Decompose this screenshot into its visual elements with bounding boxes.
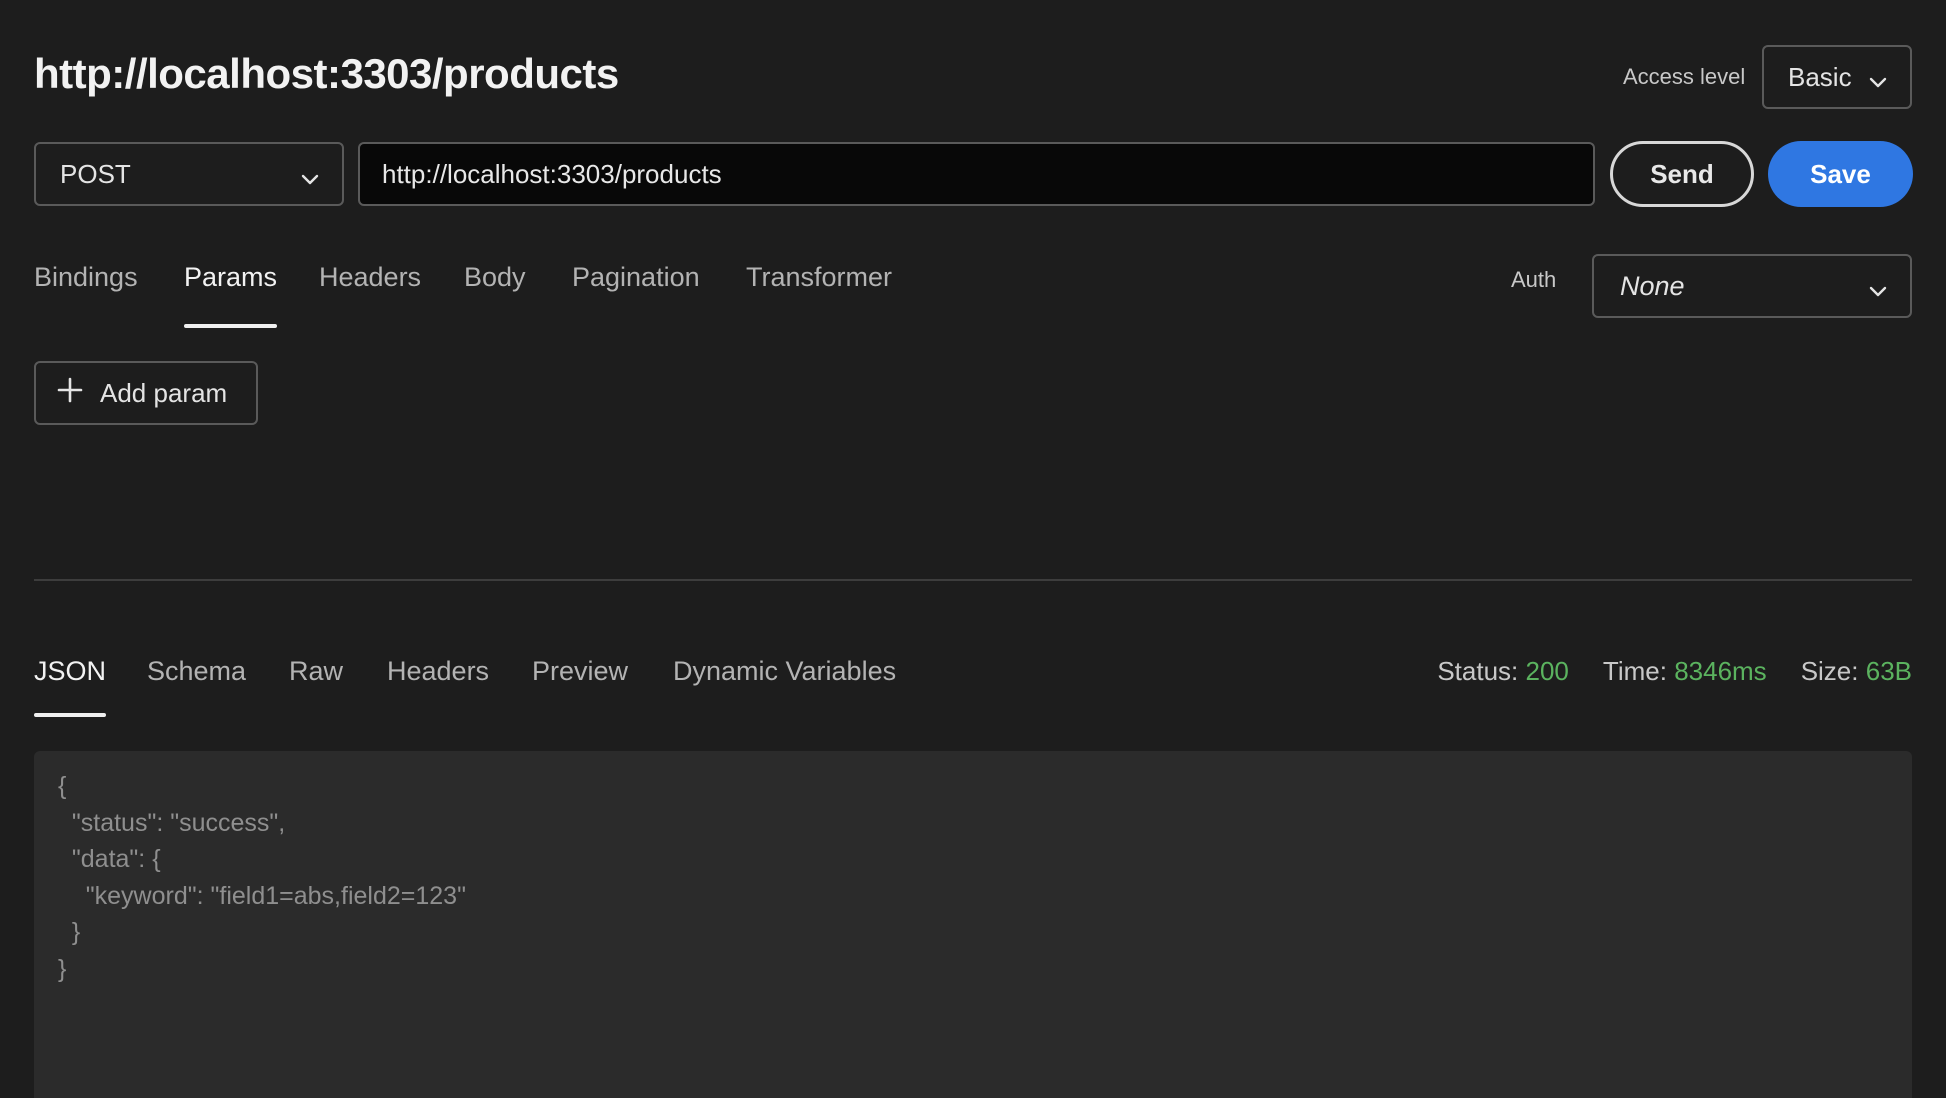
json-line: { xyxy=(58,772,67,800)
time-label: Time: xyxy=(1602,656,1667,686)
page-title: http://localhost:3303/products xyxy=(34,50,619,97)
status-label: Status: xyxy=(1437,656,1519,686)
plus-icon xyxy=(56,376,84,411)
section-divider xyxy=(34,579,1912,581)
tab-response-headers[interactable]: Headers xyxy=(387,656,489,687)
response-json-viewer[interactable]: { "status": "success", "data": { "keywor… xyxy=(34,751,1912,1098)
size-stat: Size: 63B xyxy=(1801,656,1912,687)
access-level-label: Access level xyxy=(1623,64,1746,89)
response-stats: Status: 200 Time: 8346ms Size: 63B xyxy=(1437,656,1912,687)
size-label: Size: xyxy=(1800,656,1859,686)
send-button[interactable]: Send xyxy=(1610,141,1754,207)
tab-params[interactable]: Params xyxy=(184,262,278,328)
access-level-value: Basic xyxy=(1788,61,1852,92)
access-level-select[interactable]: Basic xyxy=(1762,45,1912,109)
method-value: POST xyxy=(60,158,131,189)
api-request-editor: http://localhost:3303/products Access le… xyxy=(0,0,1946,1098)
add-param-label: Add param xyxy=(100,377,228,408)
chevron-down-icon xyxy=(300,166,320,197)
size-value: 63B xyxy=(1865,656,1912,686)
tab-dynamic-variables[interactable]: Dynamic Variables xyxy=(673,656,896,687)
add-param-button[interactable]: Add param xyxy=(34,361,258,425)
chevron-down-icon xyxy=(1868,69,1888,100)
tab-json[interactable]: JSON xyxy=(34,656,107,717)
chevron-down-icon xyxy=(1868,278,1888,309)
tab-bindings[interactable]: Bindings xyxy=(34,262,138,293)
json-line: "status": "success", xyxy=(58,808,286,837)
tab-raw[interactable]: Raw xyxy=(289,656,343,687)
auth-label: Auth xyxy=(1511,267,1557,292)
json-line: "keyword": "field1=abs,field2=123" xyxy=(58,881,466,910)
json-line: } xyxy=(58,954,67,983)
save-button[interactable]: Save xyxy=(1768,141,1913,207)
tab-headers[interactable]: Headers xyxy=(319,262,421,293)
url-input[interactable] xyxy=(358,142,1595,206)
auth-value: None xyxy=(1620,270,1685,301)
tab-transformer[interactable]: Transformer xyxy=(746,262,892,293)
status-stat: Status: 200 xyxy=(1437,656,1569,687)
time-value: 8346ms xyxy=(1674,656,1767,686)
time-stat: Time: 8346ms xyxy=(1603,656,1767,687)
json-line: } xyxy=(58,918,81,946)
tab-preview[interactable]: Preview xyxy=(532,656,628,687)
tab-schema[interactable]: Schema xyxy=(147,656,246,687)
tab-body[interactable]: Body xyxy=(464,262,526,293)
auth-select[interactable]: None xyxy=(1592,254,1912,318)
json-line: "data": { xyxy=(58,845,161,873)
method-select[interactable]: POST xyxy=(34,142,344,206)
status-value: 200 xyxy=(1525,656,1569,686)
tab-pagination[interactable]: Pagination xyxy=(572,262,700,293)
